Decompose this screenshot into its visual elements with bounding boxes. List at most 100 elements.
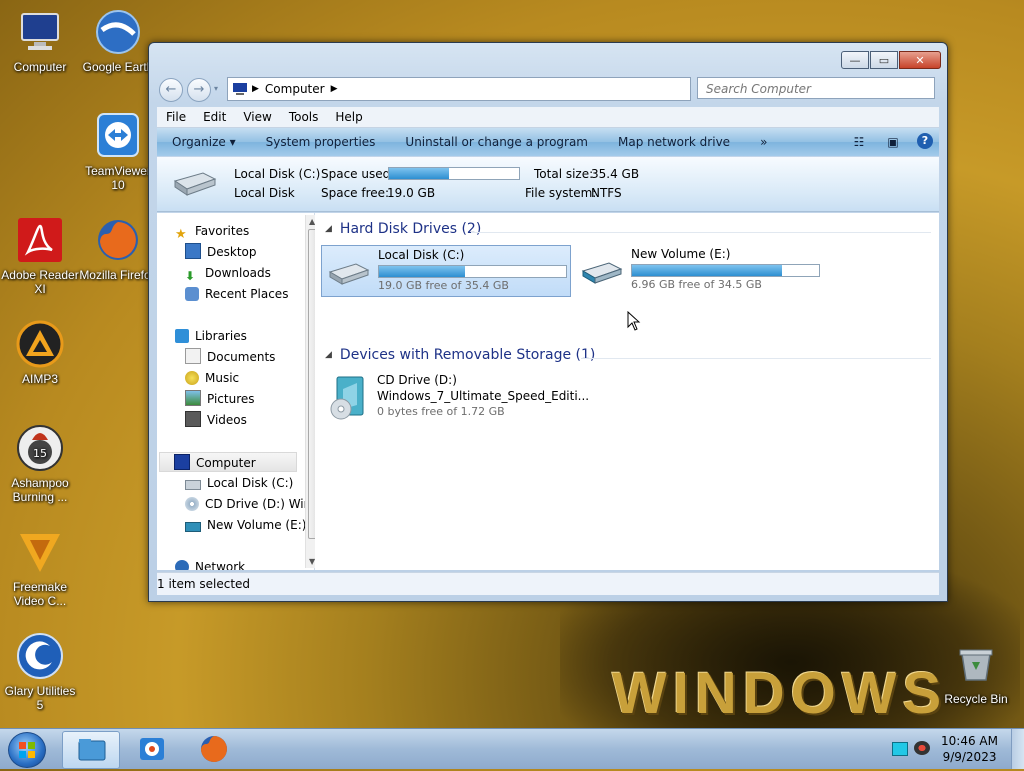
menu-bar: File Edit View Tools Help [157,107,939,128]
maximize-button[interactable]: ▭ [870,51,898,69]
clock-time: 10:46 AM [941,734,998,748]
desktop-icon-freemake[interactable]: Freemake Video C... [0,528,80,608]
desktop-icon-computer[interactable]: Computer [0,8,80,74]
nav-network[interactable]: Network [175,557,245,570]
nav-new-volume-e[interactable]: New Volume (E:) [185,515,305,535]
media-player-icon [140,738,164,760]
desktop-icon-firefox[interactable]: Mozilla Firefox [78,216,158,282]
hard-disk-group-header[interactable]: ◢ Hard Disk Drives (2) [325,221,481,237]
desktop-icon-recycle-bin[interactable]: Recycle Bin [936,640,1016,706]
view-options-icon[interactable]: ☷ ▾ [849,133,869,167]
desktop-icon-aimp[interactable]: AIMP3 [0,320,80,386]
collapse-triangle-icon[interactable]: ◢ [325,350,332,360]
desktop-icon-label: Recycle Bin [944,692,1008,706]
drive-free-space: 6.96 GB free of 34.5 GB [631,278,762,291]
file-system-label: File system: [525,186,597,200]
removable-group-header[interactable]: ◢ Devices with Removable Storage (1) [325,347,595,363]
nav-label: Documents [207,350,276,364]
drive-local-disk-c[interactable]: Local Disk (C:) 19.0 GB free of 35.4 GB [321,245,571,297]
desktop-icon-label: Glary Utilities 5 [4,684,76,712]
nav-computer[interactable]: Computer [159,452,297,472]
menu-file[interactable]: File [157,110,194,124]
nav-label: Favorites [195,224,250,238]
more-commands-button[interactable]: » [745,135,782,149]
start-button[interactable] [8,732,46,768]
cd-free-space: 0 bytes free of 1.72 GB [377,405,505,418]
nav-label: CD Drive (D:) Wir [205,497,305,511]
system-properties-button[interactable]: System properties [251,135,391,149]
menu-help[interactable]: Help [326,110,370,124]
desktop-icon-label: TeamViewer 10 [85,164,151,192]
preview-pane-icon[interactable]: ▣ [883,133,903,151]
group-divider [581,358,931,359]
desktop-icon-ashampoo[interactable]: 15 Ashampoo Burning ... [0,424,80,504]
nav-label: Pictures [207,392,255,406]
drive-cd-d[interactable]: CD Drive (D:) Windows_7_Ultimate_Speed_E… [321,373,589,423]
nav-music[interactable]: Music [185,368,239,388]
nav-downloads[interactable]: ⬇ Downloads [185,263,271,283]
desktop-icon-glary[interactable]: Glary Utilities 5 [0,632,80,712]
recent-places-icon [185,287,199,301]
nav-local-disk-c[interactable]: Local Disk (C:) [185,473,293,493]
recent-pages-chevron-icon[interactable]: ▾ [214,84,218,93]
firefox-icon [201,736,227,762]
clock-date: 9/9/2023 [942,750,997,764]
desktop-icon-teamviewer[interactable]: TeamViewer 10 [78,112,158,192]
cd-drive-name: CD Drive (D:) [377,373,457,387]
search-input[interactable]: Search Computer [697,77,935,99]
show-desktop-button[interactable] [1011,729,1024,769]
details-pane: Local Disk (C:) Local Disk Space used: S… [157,157,939,212]
nav-documents[interactable]: Documents [185,347,275,367]
address-bar[interactable]: ▶ Computer ▶ [227,77,691,101]
taskbar-clock[interactable]: 10:46 AM 9/9/2023 [941,733,998,765]
desktop-icon-label: Freemake Video C... [12,580,68,608]
collapse-triangle-icon[interactable]: ◢ [325,224,332,234]
google-earth-icon [94,8,142,56]
minimize-button[interactable]: — [841,51,869,69]
taskbar-explorer-button[interactable] [62,731,120,769]
teamviewer-icon [94,112,142,160]
back-button[interactable]: ← [159,78,183,102]
group-header-label: Hard Disk Drives (2) [339,221,482,237]
glary-icon [16,632,64,680]
details-subtitle: Local Disk [234,186,295,200]
desktop-icon-google-earth[interactable]: Google Earth [78,8,158,74]
taskbar-firefox-button[interactable] [186,731,242,767]
desktop-icon-label: Ashampoo Burning ... [11,476,69,504]
close-button[interactable]: ✕ [899,51,941,69]
help-icon[interactable]: ? [917,133,933,149]
recycle-bin-icon [952,640,1000,688]
nav-label: Local Disk (C:) [207,476,294,490]
drive-name: New Volume (E:) [631,247,731,261]
nav-label: Downloads [205,266,271,280]
hard-disk-icon [185,522,201,532]
breadcrumb-chevron-icon[interactable]: ▶ [331,84,338,94]
nav-recent-places[interactable]: Recent Places [185,284,288,304]
folder-icon [78,739,106,761]
nav-cd-drive-d[interactable]: CD Drive (D:) Wir [185,494,305,514]
desktop-icon-adobe-reader[interactable]: Adobe Reader XI [0,216,80,296]
cd-drive-icon [330,376,364,420]
nav-desktop[interactable]: Desktop [185,242,257,262]
firefox-icon [94,216,142,264]
forward-button[interactable]: → [187,78,211,102]
menu-edit[interactable]: Edit [194,110,234,124]
command-bar: Organize ▾ System properties Uninstall o… [157,128,939,167]
tray-app-icon[interactable] [914,741,930,755]
nav-videos[interactable]: Videos [185,410,247,430]
nav-pictures[interactable]: Pictures [185,389,255,409]
drive-new-volume-e[interactable]: New Volume (E:) 6.96 GB free of 34.5 GB [575,245,825,297]
uninstall-program-button[interactable]: Uninstall or change a program [390,135,603,149]
nav-label: Recent Places [205,287,289,301]
breadcrumb-computer[interactable]: Computer [265,82,325,96]
space-free-label: Space free: [321,186,390,200]
nav-favorites[interactable]: ★ Favorites [175,221,249,241]
taskbar-media-button[interactable] [124,731,180,767]
nav-libraries[interactable]: Libraries [175,326,247,346]
menu-view[interactable]: View [234,110,279,124]
libraries-icon [175,329,189,343]
network-tray-icon[interactable] [892,742,908,756]
menu-tools[interactable]: Tools [280,110,327,124]
organize-button[interactable]: Organize ▾ [157,135,251,149]
map-network-drive-button[interactable]: Map network drive [603,135,745,149]
